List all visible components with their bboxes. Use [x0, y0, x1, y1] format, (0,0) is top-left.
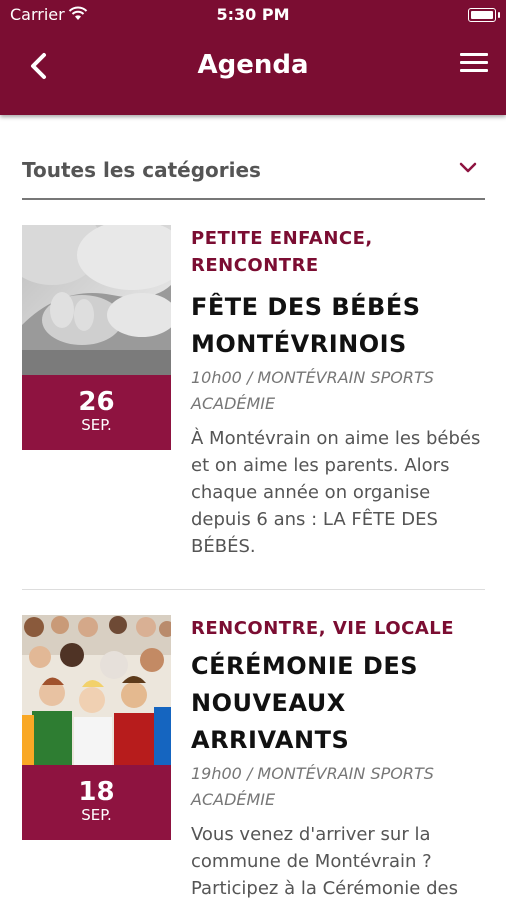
- event-day: 18: [78, 777, 115, 807]
- battery-icon: [468, 8, 500, 22]
- list-divider: [22, 589, 485, 590]
- event-info: PETITE ENFANCE, RENCONTRE FÊTE DES BÉBÉS…: [191, 225, 487, 560]
- event-date-badge: 26 SEP.: [22, 375, 171, 450]
- status-time: 5:30 PM: [216, 5, 290, 24]
- status-bar: Carrier 5:30 PM: [0, 4, 506, 26]
- page-title: Agenda: [197, 50, 309, 80]
- event-description: Vous venez d'arriver sur la commune de M…: [191, 824, 458, 899]
- event-category: RENCONTRE, VIE LOCALE: [191, 618, 455, 639]
- event-title[interactable]: CÉRÉMONIE DES NOUVEAUX ARRIVANTS: [191, 648, 487, 759]
- event-month: SEP.: [81, 416, 112, 434]
- event-location: 19h00 / MONTÉVRAIN SPORTS ACADÉMIE: [191, 764, 434, 809]
- category-filter-select[interactable]: Toutes les catégories: [22, 150, 485, 200]
- category-filter-value: Toutes les catégories: [22, 158, 261, 182]
- event-location: 10h00 / MONTÉVRAIN SPORTS ACADÉMIE: [191, 368, 434, 413]
- event-category: PETITE ENFANCE, RENCONTRE: [191, 228, 373, 276]
- event-thumbnail: 26 SEP.: [22, 225, 171, 450]
- event-day: 26: [78, 387, 115, 417]
- event-photo-baby-hands: [22, 225, 171, 375]
- event-info: RENCONTRE, VIE LOCALE CÉRÉMONIE DES NOUV…: [191, 615, 487, 902]
- event-month: SEP.: [81, 806, 112, 824]
- event-description: À Montévrain on aime les bébés et on aim…: [191, 428, 481, 557]
- chevron-down-icon: [459, 162, 477, 173]
- hamburger-menu-icon[interactable]: [460, 53, 488, 77]
- app-header: Carrier 5:30 PM Agenda: [0, 0, 506, 115]
- event-photo-crowd: [22, 615, 171, 765]
- nav-bar: Agenda: [0, 40, 506, 92]
- event-title[interactable]: FÊTE DES BÉBÉS MONTÉVRINOIS: [191, 289, 487, 363]
- event-date-badge: 18 SEP.: [22, 765, 171, 840]
- event-thumbnail: 18 SEP.: [22, 615, 171, 840]
